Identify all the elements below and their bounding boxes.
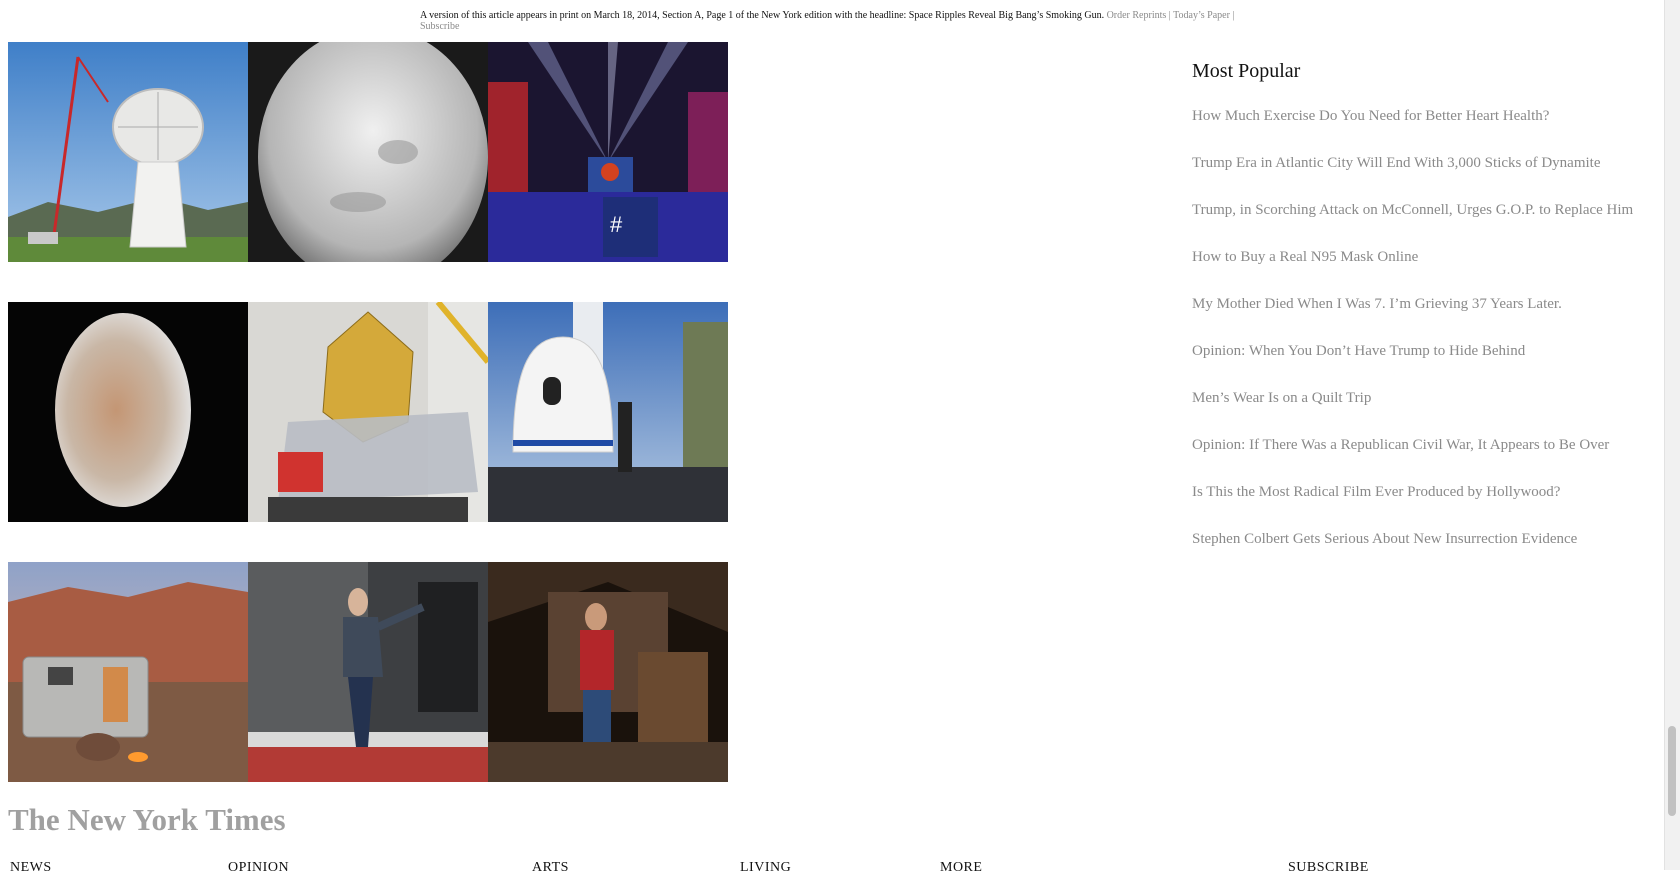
list-item: Opinion: If There Was a Republican Civil… [1192,435,1662,482]
vertical-scrollbar[interactable] [1664,0,1680,870]
most-popular-link[interactable]: Men’s Wear Is on a Quilt Trip [1192,390,1371,406]
space-telescope-cleanroom-photo[interactable] [248,302,488,522]
woman-leaping-photo[interactable] [248,562,488,782]
nyt-masthead-logo[interactable]: The New York Times [8,800,286,840]
space-capsule-photo[interactable] [488,302,728,522]
most-popular-link[interactable]: Opinion: If There Was a Republican Civil… [1192,437,1609,453]
radio-telescope-dish-photo[interactable] [8,42,248,262]
list-item: How Much Exercise Do You Need for Better… [1192,106,1662,153]
related-photo-grid: # [8,42,728,822]
most-popular-panel: Most Popular How Much Exercise Do You Ne… [1192,60,1662,576]
scrollbar-thumb[interactable] [1668,726,1676,816]
order-reprints-link[interactable]: Order Reprints [1107,10,1167,21]
photo-row [8,302,728,522]
print-edition-note: A version of this article appears in pri… [420,10,1250,32]
footer-nav-opinion[interactable]: OPINION [228,860,289,876]
footer-nav-arts[interactable]: ARTS [532,860,569,876]
subscribe-link[interactable]: Subscribe [420,21,459,32]
most-popular-link[interactable]: Stephen Colbert Gets Serious About New I… [1192,531,1577,547]
man-in-attic-photo[interactable] [488,562,728,782]
photo-row: # [8,42,728,262]
most-popular-list: How Much Exercise Do You Need for Better… [1192,106,1662,576]
svg-text:#: # [610,212,623,237]
list-item: Stephen Colbert Gets Serious About New I… [1192,529,1662,576]
most-popular-link[interactable]: Trump Era in Atlantic City Will End With… [1192,155,1601,171]
footer-nav-subscribe[interactable]: SUBSCRIBE [1288,860,1369,876]
list-item: My Mother Died When I Was 7. I’m Grievin… [1192,294,1662,341]
list-item: Is This the Most Radical Film Ever Produ… [1192,482,1662,529]
most-popular-link[interactable]: Trump, in Scorching Attack on McConnell,… [1192,202,1633,218]
footer-nav: NEWS OPINION ARTS LIVING MORE SUBSCRIBE [10,860,1410,875]
list-item: How to Buy a Real N95 Mask Online [1192,247,1662,294]
separator: | [1168,10,1171,21]
list-item: Men’s Wear Is on a Quilt Trip [1192,388,1662,435]
list-item: Trump Era in Atlantic City Will End With… [1192,153,1662,200]
most-popular-link[interactable]: My Mother Died When I Was 7. I’m Grievin… [1192,296,1562,312]
print-note-text: A version of this article appears in pri… [420,10,1105,21]
photo-row [8,562,728,782]
camper-trailer-desert-photo[interactable] [8,562,248,782]
most-popular-link[interactable]: Is This the Most Radical Film Ever Produ… [1192,484,1560,500]
venus-planet-photo[interactable] [8,302,248,522]
arabs-to-mars-event-photo[interactable]: # [488,42,728,262]
most-popular-link[interactable]: Opinion: When You Don’t Have Trump to Hi… [1192,343,1525,359]
footer-nav-living[interactable]: LIVING [740,860,791,876]
separator: | [1232,10,1235,21]
most-popular-link[interactable]: How to Buy a Real N95 Mask Online [1192,249,1418,265]
list-item: Opinion: When You Don’t Have Trump to Hi… [1192,341,1662,388]
most-popular-link[interactable]: How Much Exercise Do You Need for Better… [1192,108,1549,124]
planet-grayscale-photo[interactable] [248,42,488,262]
footer-nav-news[interactable]: NEWS [10,860,52,876]
list-item: Trump, in Scorching Attack on McConnell,… [1192,200,1662,247]
most-popular-heading: Most Popular [1192,60,1301,82]
footer-nav-more[interactable]: MORE [940,860,982,876]
todays-paper-link[interactable]: Today’s Paper [1173,10,1230,21]
